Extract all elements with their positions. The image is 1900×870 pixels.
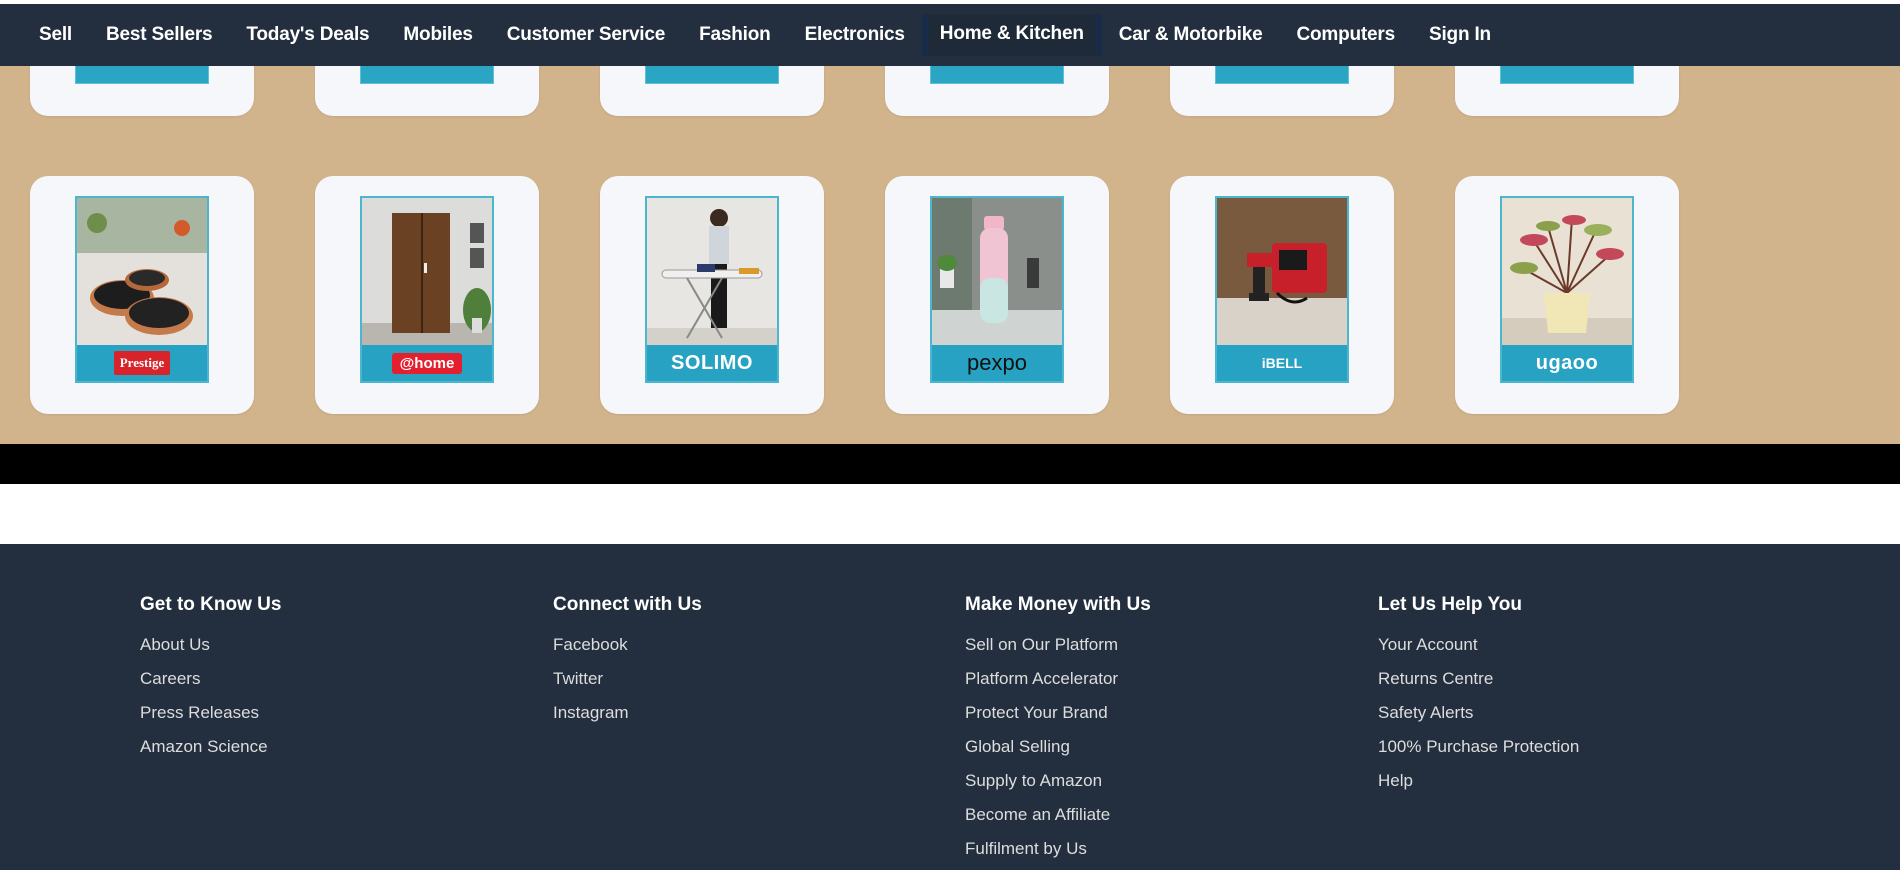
ironing-board-photo [647, 198, 777, 345]
footer-link-help[interactable]: Help [1378, 764, 1758, 798]
footer-link-purchase-protection[interactable]: 100% Purchase Protection [1378, 730, 1758, 764]
footer-link-facebook[interactable]: Facebook [553, 628, 933, 662]
nav-mobiles[interactable]: Mobiles [386, 4, 489, 66]
site-footer: Get to Know Us About Us Careers Press Re… [0, 544, 1900, 870]
brand-logo-pexpo: pexpo [967, 350, 1027, 375]
footer-column-let-us-help-you: Let Us Help You Your Account Returns Cen… [1378, 594, 1758, 798]
back-to-top-bar[interactable] [0, 444, 1900, 484]
footer-column-title: Connect with Us [553, 594, 702, 615]
brand-logo-bar: Prestige [77, 345, 207, 381]
brand-tile[interactable]: iBELL [1215, 196, 1349, 383]
footer-column-title: Make Money with Us [965, 594, 1151, 615]
footer-column-get-to-know-us: Get to Know Us About Us Careers Press Re… [140, 594, 520, 764]
brand-tile[interactable]: ugaoo [1500, 196, 1634, 383]
brand-card-ibell[interactable]: iBELL [1170, 176, 1394, 414]
brand-logo-ugaoo: ugaoo [1535, 351, 1599, 374]
nav-sell[interactable]: Sell [22, 4, 89, 66]
brand-logo-bar: pexpo [932, 345, 1062, 381]
footer-link-twitter[interactable]: Twitter [553, 662, 933, 696]
nav-todays-deals[interactable]: Today's Deals [229, 4, 386, 66]
nav-computers[interactable]: Computers [1280, 4, 1413, 66]
nav-sign-in[interactable]: Sign In [1412, 4, 1508, 66]
bottle-photo [932, 198, 1062, 345]
brand-tile[interactable]: pexpo [930, 196, 1064, 383]
nav-car-motorbike[interactable]: Car & Motorbike [1102, 4, 1280, 66]
footer-link-platform-accelerator[interactable]: Platform Accelerator [965, 662, 1345, 696]
footer-link-sell-on-our-platform[interactable]: Sell on Our Platform [965, 628, 1345, 662]
cookware-photo [77, 198, 207, 345]
footer-link-amazon-science[interactable]: Amazon Science [140, 730, 520, 764]
brand-tile[interactable]: SOLIMO [645, 196, 779, 383]
footer-link-instagram[interactable]: Instagram [553, 696, 933, 730]
top-navigation-bar: Sell Best Sellers Today's Deals Mobiles … [0, 4, 1900, 66]
brand-card-pexpo[interactable]: pexpo [885, 176, 1109, 414]
footer-link-global-selling[interactable]: Global Selling [965, 730, 1345, 764]
brand-tile[interactable]: @home [360, 196, 494, 383]
brand-logo-athome: @home [391, 352, 463, 374]
nav-home-kitchen[interactable]: Home & Kitchen [921, 14, 1102, 56]
footer-link-returns-centre[interactable]: Returns Centre [1378, 662, 1758, 696]
wardrobe-photo [362, 198, 492, 345]
brand-logo-bar: SOLIMO [647, 345, 777, 381]
footer-column-title: Get to Know Us [140, 594, 282, 615]
brand-logo-bar: @home [362, 345, 492, 381]
brand-showcase-section: Prestige @home SOLIMO pexpo iBELL ugaoo [0, 56, 1900, 444]
footer-column-connect-with-us: Connect with Us Facebook Twitter Instagr… [553, 594, 933, 730]
nav-best-sellers[interactable]: Best Sellers [89, 4, 229, 66]
footer-link-press-releases[interactable]: Press Releases [140, 696, 520, 730]
footer-link-about-us[interactable]: About Us [140, 628, 520, 662]
brand-card-prestige[interactable]: Prestige [30, 176, 254, 414]
brand-card-athome[interactable]: @home [315, 176, 539, 414]
footer-link-supply-to-amazon[interactable]: Supply to Amazon [965, 764, 1345, 798]
plant-photo [1502, 198, 1632, 345]
brand-tile[interactable]: Prestige [75, 196, 209, 383]
brand-logo-ibell: iBELL [1261, 355, 1303, 371]
brand-logo-bar: iBELL [1217, 345, 1347, 381]
brand-card-ugaoo[interactable]: ugaoo [1455, 176, 1679, 414]
footer-link-protect-your-brand[interactable]: Protect Your Brand [965, 696, 1345, 730]
nav-electronics[interactable]: Electronics [788, 4, 922, 66]
footer-link-fulfilment-by-us[interactable]: Fulfilment by Us [965, 832, 1345, 866]
nav-fashion[interactable]: Fashion [682, 4, 787, 66]
power-tools-photo [1217, 198, 1347, 345]
footer-link-your-account[interactable]: Your Account [1378, 628, 1758, 662]
brand-logo-solimo: SOLIMO [671, 351, 753, 374]
brand-logo-bar: ugaoo [1502, 345, 1632, 381]
brand-card-solimo[interactable]: SOLIMO [600, 176, 824, 414]
footer-link-safety-alerts[interactable]: Safety Alerts [1378, 696, 1758, 730]
footer-column-title: Let Us Help You [1378, 594, 1522, 615]
footer-column-make-money-with-us: Make Money with Us Sell on Our Platform … [965, 594, 1345, 866]
nav-customer-service[interactable]: Customer Service [490, 4, 682, 66]
footer-link-careers[interactable]: Careers [140, 662, 520, 696]
footer-link-become-an-affiliate[interactable]: Become an Affiliate [965, 798, 1345, 832]
brand-logo-prestige: Prestige [113, 351, 171, 375]
